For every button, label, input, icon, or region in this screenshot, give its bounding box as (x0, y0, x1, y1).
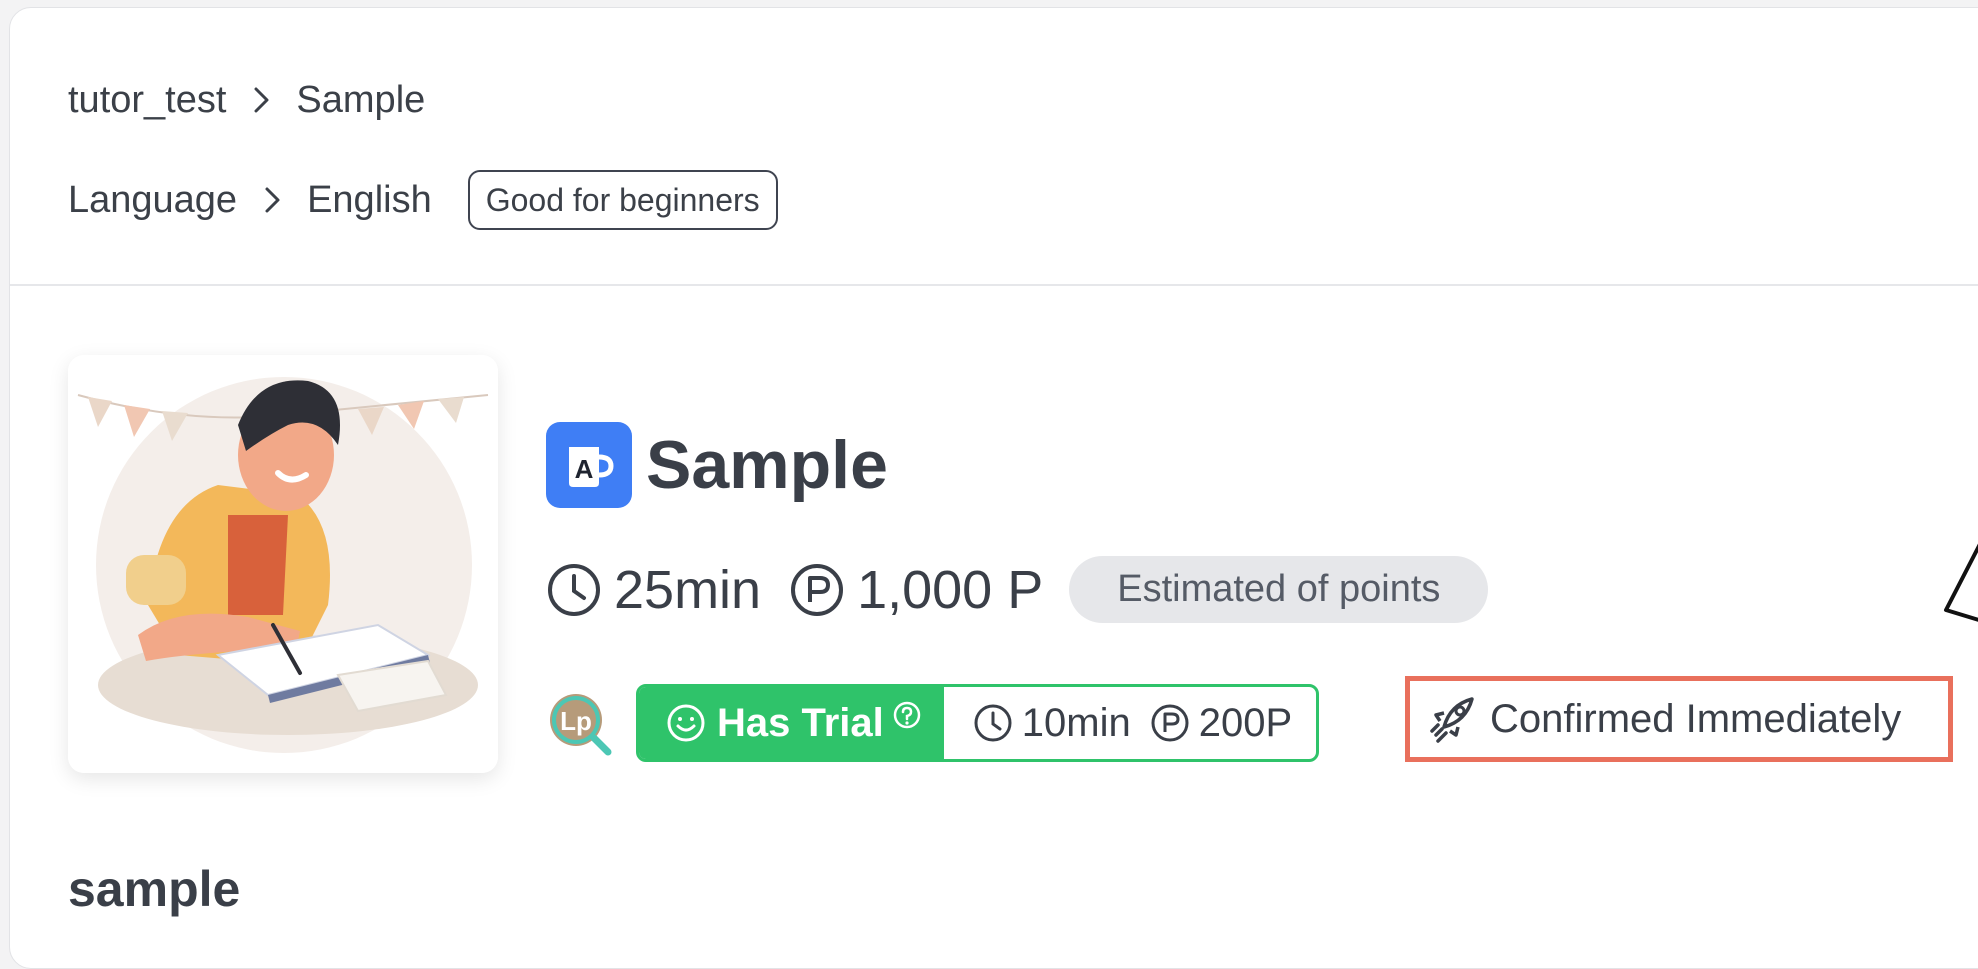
confirmed-immediately-label: Confirmed Immediately (1490, 696, 1902, 741)
chevron-right-icon (242, 80, 282, 120)
breadcrumb: tutor_test Sample Language English Good … (68, 70, 778, 230)
breadcrumb-current: Sample (296, 78, 426, 121)
svg-text:Lp: Lp (560, 706, 592, 736)
trial-points: 200P (1198, 700, 1293, 745)
category-row: Language English Good for beginners (68, 170, 778, 230)
lesson-duration: 25min (614, 559, 762, 620)
app-cup-icon: A (546, 422, 632, 508)
estimate-points-badge[interactable]: Estimated of points (1069, 556, 1489, 623)
annotation-arrow (1944, 543, 1978, 622)
category-parent-link[interactable]: Language (68, 179, 237, 222)
svg-text:A: A (575, 454, 594, 484)
trial-label-section: Has Trial (639, 687, 944, 759)
lesson-thumbnail (68, 355, 498, 773)
clock-icon (972, 702, 1014, 744)
header-divider (10, 284, 1978, 286)
student-writing-illustration (68, 355, 498, 773)
lesson-title-row: A Sample (546, 422, 888, 508)
lp-search-icon: Lp (546, 690, 612, 756)
lesson-points: 1,000 P (857, 559, 1044, 620)
lesson-tags-row: Lp Has Trial 10min 200P (546, 684, 1320, 762)
description-heading: sample (68, 861, 241, 917)
trial-duration: 10min (1021, 700, 1131, 745)
clock-icon (546, 562, 602, 618)
trial-details-section: 10min 200P (944, 687, 1316, 759)
category-child-link[interactable]: English (307, 179, 432, 222)
breadcrumb-row: tutor_test Sample (68, 70, 778, 130)
trial-label: Has Trial (717, 700, 884, 745)
lesson-title: Sample (646, 427, 888, 503)
rocket-icon (1424, 691, 1480, 747)
smile-icon (665, 702, 707, 744)
points-icon (1149, 702, 1191, 744)
lesson-meta-row: 25min 1,000 P Estimated of points (546, 556, 1489, 623)
confirmed-immediately-badge: Confirmed Immediately (1405, 676, 1953, 762)
points-icon (789, 562, 845, 618)
chevron-right-icon (253, 180, 293, 220)
beginner-tag: Good for beginners (467, 170, 778, 230)
lesson-card: tutor_test Sample Language English Good … (9, 7, 1978, 969)
breadcrumb-tutor-link[interactable]: tutor_test (68, 79, 226, 122)
trial-badge[interactable]: Has Trial 10min 200P (636, 684, 1320, 762)
question-icon[interactable] (892, 700, 922, 730)
